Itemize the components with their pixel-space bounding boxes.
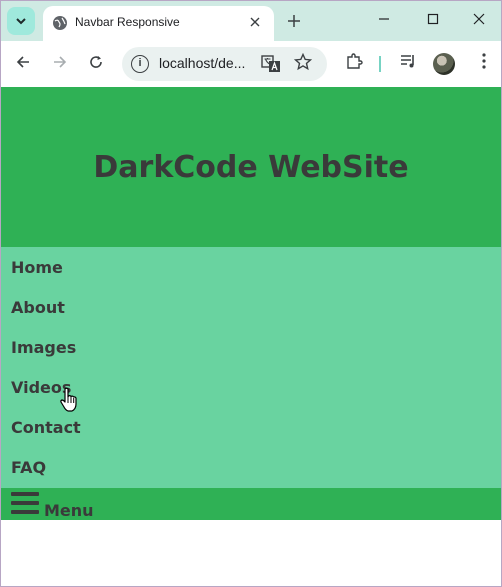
- translate-icon[interactable]: [261, 55, 281, 73]
- nav-link-images[interactable]: Images: [11, 338, 76, 357]
- back-button[interactable]: [11, 52, 35, 76]
- nav-menu: Home About Images Videos Contact FAQ: [1, 247, 501, 488]
- site-title: DarkCode WebSite: [93, 149, 409, 185]
- hamburger-icon[interactable]: [11, 491, 39, 517]
- reload-button[interactable]: [84, 52, 108, 76]
- window-close-button[interactable]: [465, 9, 493, 33]
- media-button[interactable]: [396, 52, 420, 76]
- chevron-down-icon: [16, 18, 26, 25]
- media-queue-icon: [401, 55, 414, 68]
- browser-tab[interactable]: Navbar Responsive: [43, 6, 274, 41]
- site-header: DarkCode WebSite: [1, 87, 501, 247]
- new-tab-button[interactable]: [283, 9, 305, 31]
- nav-link-home[interactable]: Home: [11, 258, 63, 277]
- globe-icon: [53, 16, 67, 30]
- nav-link-contact[interactable]: Contact: [11, 418, 81, 437]
- info-icon[interactable]: i: [131, 55, 149, 73]
- url-text[interactable]: localhost/de...: [159, 55, 245, 71]
- plus-icon: [288, 15, 300, 27]
- tab-title: Navbar Responsive: [75, 15, 180, 29]
- extensions-button[interactable]: [342, 52, 366, 76]
- more-vert-icon: [482, 53, 486, 69]
- page-viewport: DarkCode WebSite Home About Images Video…: [1, 87, 501, 587]
- star-icon[interactable]: [294, 53, 312, 71]
- toolbar-separator: [379, 56, 381, 72]
- more-button[interactable]: [472, 52, 496, 76]
- minimize-button[interactable]: [370, 9, 398, 33]
- tab-search-button[interactable]: [7, 7, 35, 35]
- menu-label[interactable]: Menu: [44, 501, 94, 520]
- maximize-button[interactable]: [419, 9, 447, 33]
- forward-button[interactable]: [48, 52, 72, 76]
- tab-close-button[interactable]: [245, 12, 265, 32]
- hand-cursor-icon: [60, 387, 77, 412]
- avatar-icon[interactable]: [433, 53, 455, 75]
- nav-link-about[interactable]: About: [11, 298, 65, 317]
- puzzle-icon: [347, 53, 363, 69]
- browser-toolbar: i localhost/de...: [1, 41, 501, 87]
- address-bar[interactable]: i localhost/de...: [122, 47, 327, 81]
- menu-toggle-bar[interactable]: Menu: [1, 488, 501, 520]
- window-close-icon: [473, 13, 485, 25]
- maximize-icon: [427, 13, 439, 25]
- back-arrow-icon: [16, 56, 29, 68]
- nav-link-faq[interactable]: FAQ: [11, 458, 46, 477]
- reload-icon: [90, 56, 102, 68]
- tab-strip: Navbar Responsive: [1, 1, 501, 41]
- close-icon: [250, 17, 260, 27]
- minimize-icon: [379, 18, 389, 20]
- forward-arrow-icon: [54, 56, 67, 68]
